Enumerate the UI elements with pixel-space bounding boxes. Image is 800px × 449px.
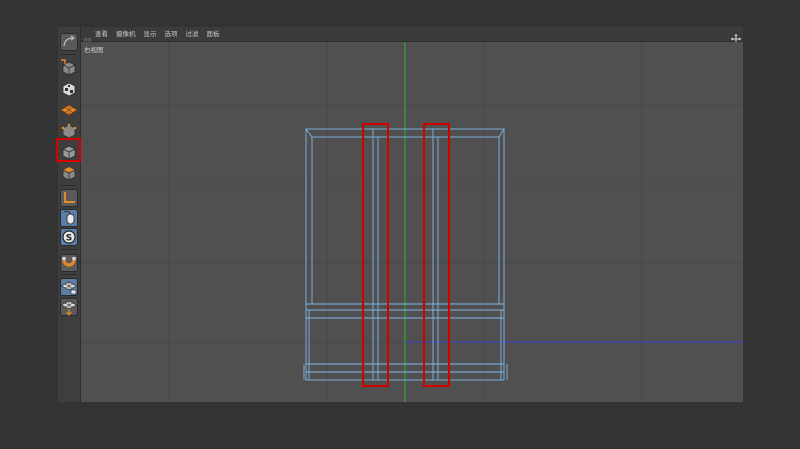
left-toolbar: S	[56, 27, 81, 402]
move-view-icon[interactable]	[731, 29, 741, 44]
viewport-menubar: 查看 摄像机 显示 选项 过滤 面板	[81, 27, 743, 46]
workplane-lock-icon[interactable]	[60, 278, 78, 296]
highlight-right-divider	[423, 123, 450, 387]
menu-item-view[interactable]: 查看	[95, 27, 108, 41]
annotation-highlights	[362, 123, 450, 387]
cinema4d-window: S 查看 摄像机 显示 选项 过滤 面板 右视图	[56, 27, 743, 402]
polygons-mode-icon[interactable]	[60, 164, 78, 182]
viewport-label: 右视图	[84, 46, 104, 54]
tweak-mode-icon[interactable]	[60, 209, 78, 227]
grip-icon[interactable]	[83, 30, 92, 46]
undo-view-icon[interactable]	[60, 33, 78, 51]
planar-workplane-icon[interactable]	[60, 298, 78, 316]
viewport-scene	[81, 42, 743, 402]
viewport-axes	[404, 42, 743, 402]
snap-magnet-icon[interactable]	[60, 254, 78, 272]
menu-item-options[interactable]: 选项	[165, 27, 178, 41]
menu-item-display[interactable]: 显示	[144, 27, 157, 41]
menu-item-panel[interactable]: 面板	[207, 27, 220, 41]
menu-item-filter[interactable]: 过滤	[186, 27, 199, 41]
viewport-grid	[81, 42, 743, 402]
workplane-mode-icon[interactable]	[60, 101, 78, 119]
highlight-left-divider	[362, 123, 389, 387]
svg-text:S: S	[66, 233, 72, 243]
solo-mode-icon[interactable]: S	[60, 228, 78, 246]
texture-mode-icon[interactable]	[60, 80, 78, 98]
right-view-viewport[interactable]: 右视图	[81, 42, 743, 402]
viewport-menu: 查看 摄像机 显示 选项 过滤 面板	[95, 27, 220, 41]
menu-item-cameras[interactable]: 摄像机	[116, 27, 136, 41]
axis-mode-icon[interactable]	[60, 189, 78, 207]
selected-tool-highlight	[56, 138, 81, 162]
model-mode-icon[interactable]	[60, 59, 78, 77]
